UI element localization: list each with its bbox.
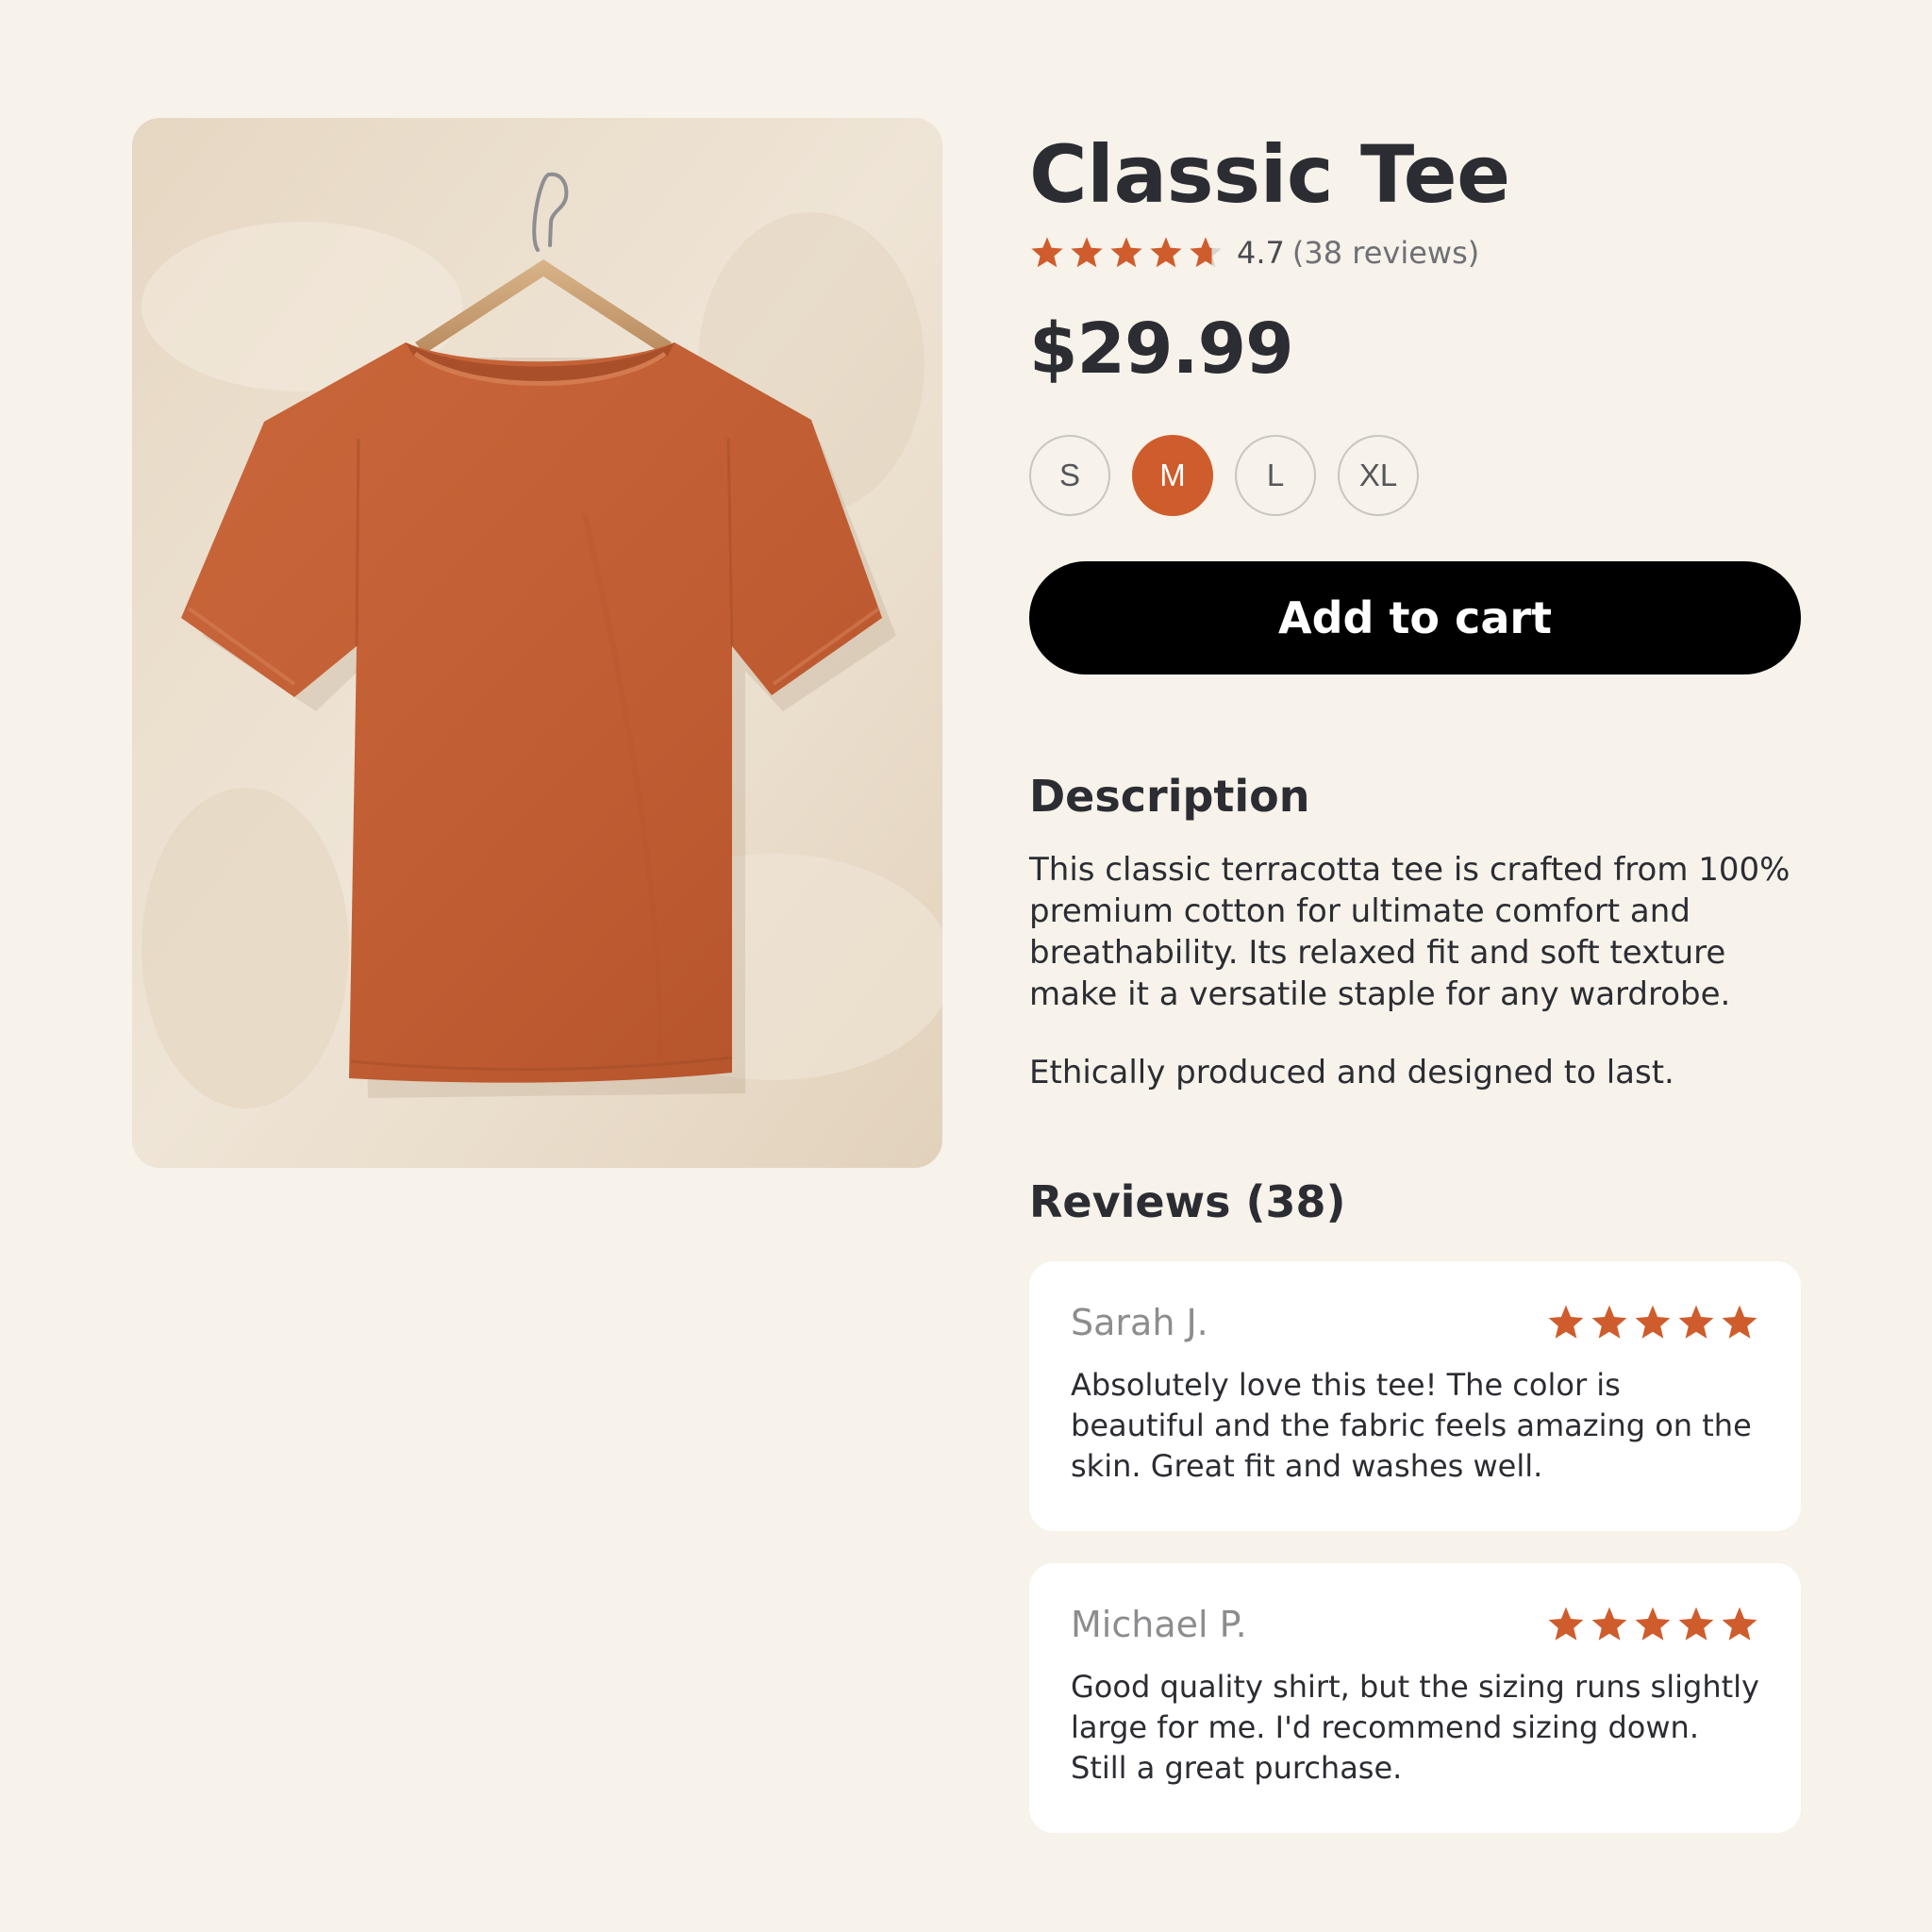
star-icon — [1633, 1303, 1673, 1342]
product-price: $29.99 — [1029, 308, 1294, 390]
star-icon — [1546, 1303, 1586, 1342]
rating-stars — [1029, 235, 1224, 271]
review-card: Sarah J. Absolutely love this tee! The c… — [1029, 1261, 1801, 1531]
star-icon — [1676, 1303, 1716, 1342]
size-option-l[interactable]: L — [1235, 435, 1316, 516]
rating-summary: 4.7 (38 reviews) — [1029, 231, 1479, 275]
size-option-s[interactable]: S — [1029, 435, 1110, 516]
review-text: Good quality shirt, but the sizing runs … — [1071, 1669, 1759, 1786]
star-icon — [1108, 235, 1144, 271]
star-icon — [1720, 1303, 1759, 1342]
review-stars — [1546, 1605, 1759, 1644]
star-icon — [1720, 1605, 1759, 1644]
reviews-heading: Reviews (38) — [1029, 1176, 1346, 1227]
star-icon — [1148, 235, 1184, 271]
reviewer-name: Michael P. — [1071, 1604, 1247, 1645]
star-icon — [1029, 235, 1065, 271]
star-icon — [1676, 1605, 1716, 1644]
size-selector: S M L XL — [1029, 435, 1419, 516]
product-image — [132, 118, 942, 1168]
star-icon — [1546, 1605, 1586, 1644]
star-icon — [1633, 1605, 1673, 1644]
star-icon — [1069, 235, 1105, 271]
add-to-cart-button[interactable]: Add to cart — [1029, 561, 1801, 675]
product-title: Classic Tee — [1029, 128, 1510, 221]
rating-count[interactable]: (38 reviews) — [1292, 235, 1479, 271]
review-card: Michael P. Good quality shirt, but the s… — [1029, 1563, 1801, 1833]
size-option-m[interactable]: M — [1132, 435, 1213, 516]
star-icon — [1590, 1303, 1629, 1342]
size-option-xl[interactable]: XL — [1338, 435, 1419, 516]
description-note: Ethically produced and designed to last. — [1029, 1054, 1674, 1091]
reviewer-name: Sarah J. — [1071, 1302, 1208, 1343]
star-icon — [1590, 1605, 1629, 1644]
review-text: Absolutely love this tee! The color is b… — [1071, 1367, 1752, 1484]
description-heading: Description — [1029, 771, 1310, 822]
review-stars — [1546, 1303, 1759, 1342]
description-text: This classic terracotta tee is crafted f… — [1029, 851, 1790, 1013]
star-icon — [1188, 235, 1224, 271]
rating-value: 4.7 — [1237, 235, 1285, 271]
